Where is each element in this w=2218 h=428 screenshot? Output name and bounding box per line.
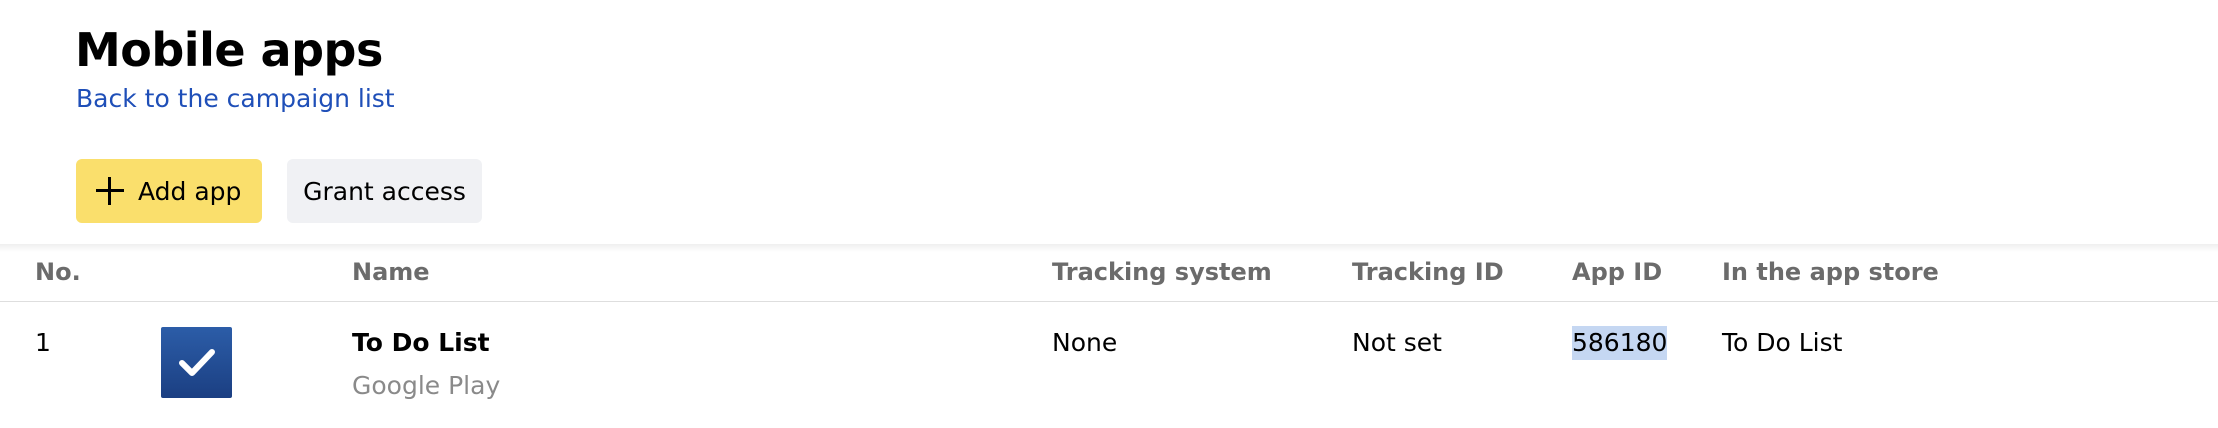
table-header-row: No. Name Tracking system Tracking ID App… xyxy=(0,244,2218,302)
tracking-id-value: Not set xyxy=(1352,328,1442,357)
app-store-platform: Google Play xyxy=(352,371,501,400)
column-header-no[interactable]: No. xyxy=(35,256,81,288)
grant-access-label: Grant access xyxy=(303,176,466,206)
column-header-name[interactable]: Name xyxy=(352,256,430,288)
mobile-apps-page: Mobile apps Back to the campaign list Ad… xyxy=(0,0,2218,428)
column-header-app-id[interactable]: App ID xyxy=(1572,256,1662,288)
checkmark-app-icon xyxy=(161,327,232,398)
app-name[interactable]: To Do List xyxy=(352,326,490,360)
checkmark-icon xyxy=(178,348,215,376)
column-header-tracking-system[interactable]: Tracking system xyxy=(1052,256,1272,288)
row-number: 1 xyxy=(35,328,51,357)
app-store-name-value: To Do List xyxy=(1722,328,1843,357)
column-header-tracking-id[interactable]: Tracking ID xyxy=(1352,256,1504,288)
page-title: Mobile apps xyxy=(75,23,383,77)
grant-access-button[interactable]: Grant access xyxy=(287,159,482,223)
plus-icon xyxy=(96,177,124,205)
add-app-button[interactable]: Add app xyxy=(76,159,262,223)
column-header-app-store[interactable]: In the app store xyxy=(1722,256,1939,288)
add-app-label: Add app xyxy=(138,176,242,206)
table-row[interactable]: 1 To Do List Google Play None Not set 58… xyxy=(0,302,2218,428)
tracking-system-value: None xyxy=(1052,328,1118,357)
toolbar: Add app Grant access xyxy=(76,159,482,223)
back-to-campaign-list-link[interactable]: Back to the campaign list xyxy=(76,82,395,116)
app-id-value: 586180 xyxy=(1572,326,1668,360)
